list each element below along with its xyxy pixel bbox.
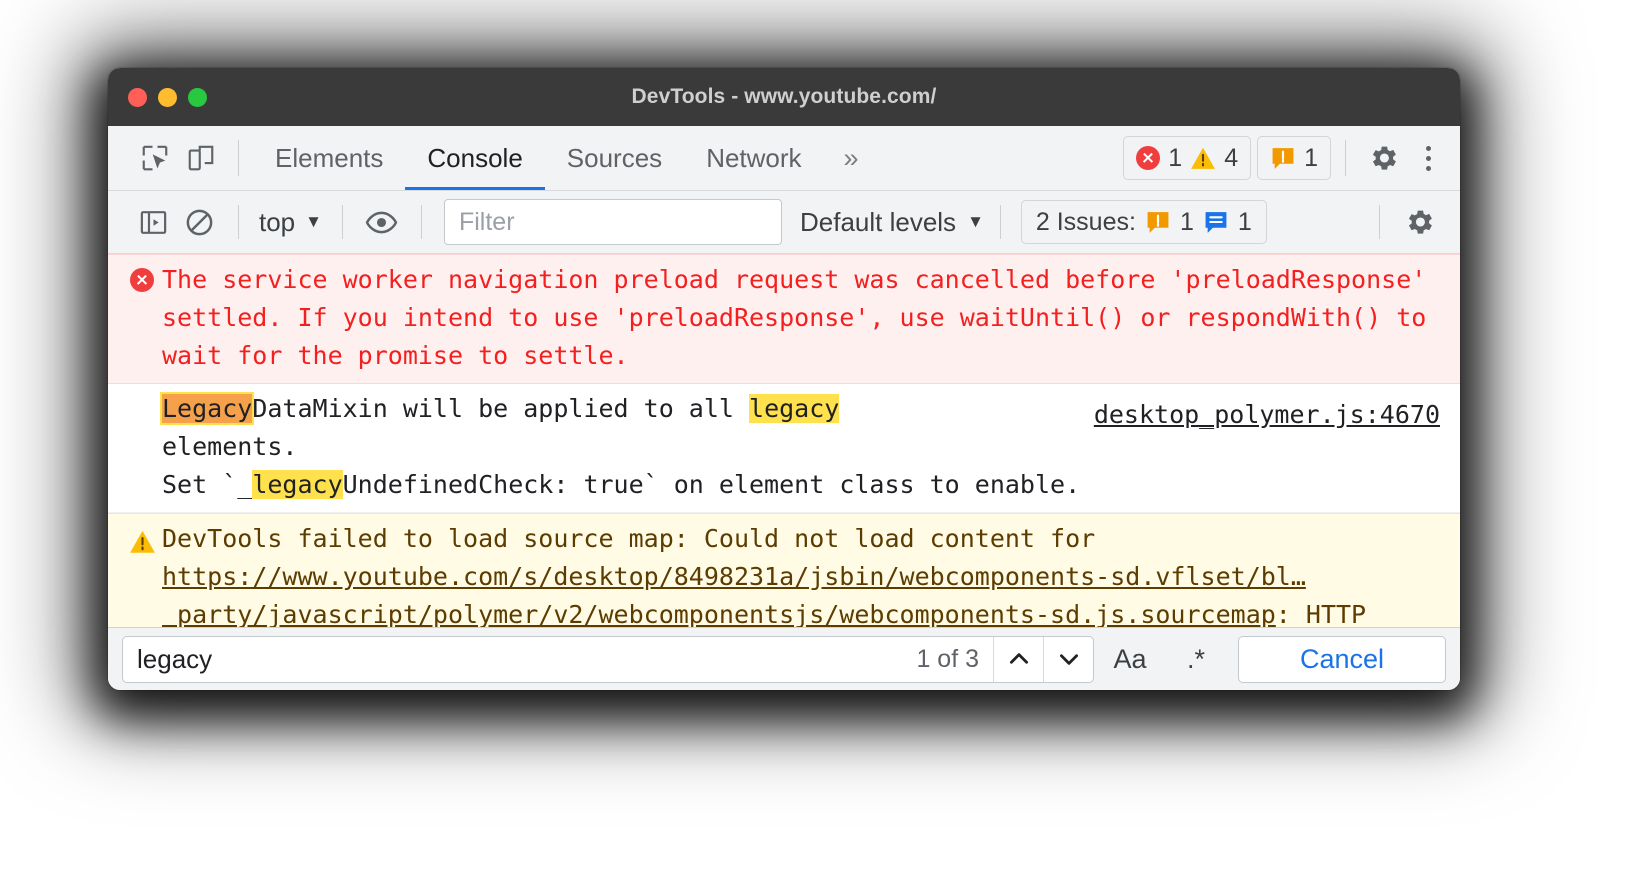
log-levels-selector[interactable]: Default levels ▼ [800,207,984,238]
chevron-down-icon: ▼ [967,212,984,231]
warning-message-text: DevTools failed to load source map: Coul… [162,520,1446,627]
match-case-button[interactable]: Aa [1100,636,1160,683]
search-input[interactable]: legacy [123,644,916,675]
devtools-window: DevTools - www.youtube.com/ Elements Con… [108,68,1460,690]
filter-placeholder: Filter [458,207,515,236]
issue-blue-icon [1203,210,1229,235]
message-gutter [122,520,162,553]
execution-context-selector[interactable]: top ▼ [255,207,326,238]
gear-icon[interactable] [1360,135,1406,181]
warning-count: 4 [1224,143,1239,172]
error-message-text: The service worker navigation preload re… [162,265,1427,370]
log-levels-label: Default levels [799,206,957,237]
devtools-tab-bar: Elements Console Sources Network » 1 4 1 [108,126,1460,191]
tab-elements[interactable]: Elements [253,126,405,190]
tabbar-divider-2 [1345,140,1346,176]
error-count: 1 [1168,143,1183,172]
inspect-element-icon[interactable] [132,135,178,181]
more-tabs-icon[interactable]: » [824,143,875,174]
issues-summary-button[interactable]: 2 Issues: 1 1 [1020,200,1267,244]
close-window-button[interactable] [128,87,147,107]
message-gutter [122,261,162,292]
console-divider-5 [1379,205,1380,239]
search-match: legacy [749,394,840,423]
gear-icon[interactable] [1396,199,1442,245]
issues-counter[interactable]: 1 [1257,136,1331,180]
error-circle-icon [1136,146,1161,170]
filter-input[interactable]: Filter [443,199,782,245]
live-expression-icon[interactable] [359,199,405,245]
log-line3-pre: Set `_ [162,470,253,499]
error-circle-icon [130,268,154,292]
console-divider-3 [420,205,422,239]
sourcemap-url-link[interactable]: https://www.youtube.com/s/desktop/849823… [162,562,1306,627]
issues-orange-count: 1 [1179,207,1194,236]
toolbar-divider [238,140,239,176]
maximize-window-button[interactable] [188,87,207,107]
source-location-link[interactable]: desktop_polymer.js:4670 [1094,396,1440,434]
log-line2: elements. [162,432,298,461]
tab-console[interactable]: Console [405,126,546,190]
tab-sources-label: Sources [566,142,663,173]
console-message-log[interactable]: LegacyDataMixin will be applied to all l… [108,384,1460,513]
clear-console-icon[interactable] [176,199,222,245]
chevron-down-icon: ▼ [305,212,322,231]
console-divider-2 [341,205,343,239]
tab-elements-label: Elements [275,142,384,173]
window-title: DevTools - www.youtube.com/ [631,85,937,108]
console-message-error[interactable]: The service worker navigation preload re… [108,254,1460,384]
console-divider-4 [999,205,1001,239]
tab-sources[interactable]: Sources [545,126,684,190]
device-toolbar-icon[interactable] [178,135,224,181]
cancel-button[interactable]: Cancel [1238,635,1446,683]
console-divider-1 [238,205,239,239]
console-toolbar: top ▼ Filter Default levels ▼ 2 Issues: [108,191,1460,254]
minimize-window-button[interactable] [158,87,177,107]
warning-prefix: DevTools failed to load source map: Coul… [162,524,1096,553]
message-gutter [122,390,162,397]
console-search-bar: legacy 1 of 3 Aa .* Cancel [108,627,1460,690]
warning-triangle-icon [1190,146,1216,170]
console-message-list[interactable]: The service worker navigation preload re… [108,254,1460,627]
search-match-active: Legacy [159,392,255,425]
issues-summary-label: 2 Issues: [1035,207,1136,236]
regex-button[interactable]: .* [1166,636,1226,683]
log-line1-mid: DataMixin will be applied to all [252,394,750,423]
kebab-menu-icon[interactable] [1414,138,1442,178]
issue-orange-icon [1270,146,1296,171]
tab-network[interactable]: Network [684,126,823,190]
console-message-warning[interactable]: DevTools failed to load source map: Coul… [108,513,1460,627]
search-field-wrapper[interactable]: legacy 1 of 3 [122,635,1094,683]
traffic-lights [108,87,207,107]
panel-tabs: Elements Console Sources Network [253,126,824,190]
issues-blue-count: 1 [1237,207,1252,236]
search-match: legacy [252,470,343,499]
log-line3-post: UndefinedCheck: true` on element class t… [342,470,1081,499]
tab-network-label: Network [706,142,802,173]
console-sidebar-icon[interactable] [130,199,176,245]
error-warning-counter[interactable]: 1 4 [1123,136,1252,180]
search-prev-button[interactable] [993,636,1043,682]
title-bar: DevTools - www.youtube.com/ [108,68,1460,126]
tab-console-label: Console [427,142,523,173]
issue-orange-icon [1145,210,1171,235]
execution-context-label: top [259,206,296,237]
warning-triangle-icon [129,527,156,553]
search-match-count: 1 of 3 [916,644,979,673]
issues-count: 1 [1304,143,1318,172]
search-next-button[interactable] [1043,636,1093,682]
